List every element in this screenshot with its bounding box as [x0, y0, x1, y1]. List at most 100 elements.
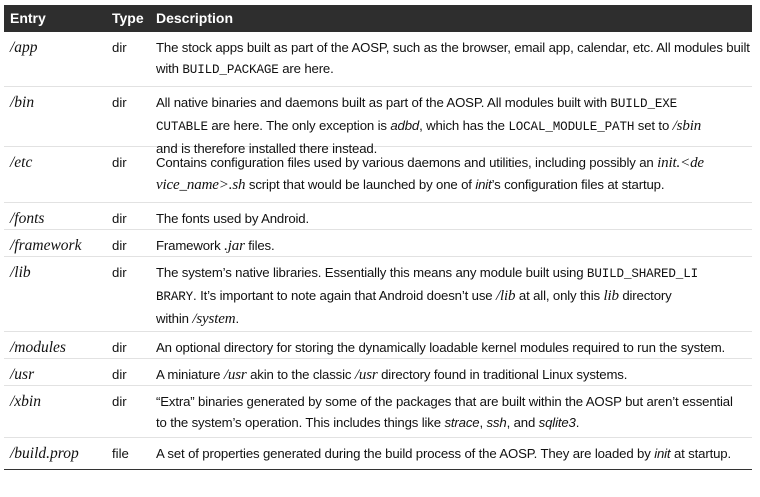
description-text: at all, only this — [515, 288, 604, 303]
description-line: “Extra” binaries generated by some of th… — [156, 391, 748, 412]
description-cell: Contains configuration files used by var… — [156, 152, 748, 196]
description-text: . — [575, 415, 580, 430]
description-cell: The system’s native libraries. Essential… — [156, 262, 748, 330]
type-cell: dir — [112, 394, 127, 409]
description-text: Contains configuration files used by var… — [156, 155, 658, 170]
type-cell: dir — [112, 211, 127, 226]
description-cell: “Extra” binaries generated by some of th… — [156, 391, 748, 433]
header-entry: Entry — [10, 10, 46, 26]
description-text: script that would be launched by one of — [245, 177, 476, 192]
description-text: /system — [192, 311, 236, 327]
description-text: init — [654, 446, 671, 461]
description-text: The stock apps built as part of the AOSP… — [156, 40, 750, 55]
description-line: vice_name>.sh script that would be launc… — [156, 174, 748, 196]
description-text: directory — [618, 288, 672, 303]
description-text: /lib — [495, 288, 516, 304]
description-text: to the system’s operation. This includes… — [156, 415, 445, 430]
description-cell: The fonts used by Android. — [156, 208, 748, 229]
description-text: BUILD_SHARED_LI — [586, 267, 699, 281]
description-text: adbd — [390, 118, 420, 133]
entry-cell: /usr — [10, 366, 35, 383]
description-text: LOCAL_MODULE_PATH — [508, 120, 635, 134]
type-cell: dir — [112, 40, 127, 55]
description-text: A set of properties generated during the… — [156, 446, 655, 461]
description-text: at startup. — [670, 446, 731, 461]
description-text: , which has the — [419, 118, 509, 133]
table-row: /etc dir Contains configuration files used… — [4, 147, 752, 203]
description-cell: Framework .jar files. — [156, 235, 748, 257]
description-text: /sbin — [672, 118, 702, 134]
description-line: within /system. — [156, 308, 748, 330]
description-text: init.<de — [657, 155, 704, 171]
table-row: /app dir The stock apps built as part of t… — [4, 32, 752, 87]
description-text: Framework — [156, 238, 225, 253]
description-text: vice_name>.sh — [156, 177, 246, 193]
description-text: are here. The only exception is — [207, 118, 391, 133]
type-cell: dir — [112, 340, 127, 355]
description-line: The fonts used by Android. — [156, 208, 748, 229]
type-cell: dir — [112, 238, 127, 253]
description-cell: A set of properties generated during the… — [156, 443, 748, 464]
type-cell: dir — [112, 265, 127, 280]
description-text: BUILD_EXE — [610, 97, 678, 111]
type-cell: dir — [112, 155, 127, 170]
description-text: are here. — [278, 61, 334, 76]
entry-cell: /modules — [10, 339, 66, 356]
description-text: All native binaries and daemons built as… — [156, 95, 611, 110]
description-line: CUTABLE are here. The only exception is … — [156, 115, 748, 138]
table-row: /xbin dir “Extra” binaries generated by so… — [4, 386, 752, 438]
description-text: /usr — [223, 367, 247, 383]
description-text: BUILD_PACKAGE — [182, 63, 279, 77]
filesystem-table: Entry Type Description /app dir The stock … — [4, 5, 752, 470]
description-text: lib — [603, 288, 619, 304]
description-text: A miniature — [156, 367, 224, 382]
type-cell: dir — [112, 95, 127, 110]
type-cell: file — [112, 446, 129, 461]
table-body: /app dir The stock apps built as part of t… — [4, 32, 752, 470]
description-line: A set of properties generated during the… — [156, 443, 748, 464]
description-text: init — [475, 177, 492, 192]
description-text: , and — [506, 415, 539, 430]
description-text: directory found in traditional Linux sys… — [377, 367, 628, 382]
table-row: /framework dir Framework .jar files. — [4, 230, 752, 257]
description-cell: A miniature /usr akin to the classic /us… — [156, 364, 748, 386]
description-line: with BUILD_PACKAGE are here. — [156, 58, 748, 81]
description-line: Contains configuration files used by var… — [156, 152, 748, 174]
table-row: /bin dir All native binaries and daemons b… — [4, 87, 752, 156]
description-cell: An optional directory for storing the dy… — [156, 337, 748, 358]
description-line: A miniature /usr akin to the classic /us… — [156, 364, 748, 386]
table-row: /modules dir An optional directory for sto… — [4, 332, 752, 359]
description-text: .jar — [224, 238, 245, 254]
description-text: strace — [444, 415, 480, 430]
table-row: /fonts dir The fonts used by Android. — [4, 203, 752, 230]
description-text: with — [156, 61, 183, 76]
entry-cell: /app — [10, 39, 38, 56]
entry-cell: /etc — [10, 154, 33, 171]
description-text: ssh — [486, 415, 507, 430]
description-text: The fonts used by Android. — [156, 211, 309, 226]
description-text: sqlite3 — [538, 415, 576, 430]
description-text: /usr — [354, 367, 378, 383]
description-text: . It’s important to note again that Andr… — [193, 288, 496, 303]
table-row: /lib dir The system’s native libraries. Es… — [4, 257, 752, 332]
description-text: BRARY — [156, 290, 194, 304]
description-line: to the system’s operation. This includes… — [156, 412, 748, 433]
description-line: The system’s native libraries. Essential… — [156, 262, 748, 285]
table-row: /build.prop file A set of properties gener… — [4, 438, 752, 470]
description-text: within — [156, 311, 193, 326]
description-line: All native binaries and daemons built as… — [156, 92, 748, 115]
table-header: Entry Type Description — [4, 5, 752, 32]
description-text: files. — [244, 238, 275, 253]
entry-cell: /framework — [10, 237, 82, 254]
description-line: An optional directory for storing the dy… — [156, 337, 748, 358]
description-line: The stock apps built as part of the AOSP… — [156, 37, 750, 58]
entry-cell: /lib — [10, 264, 31, 281]
table-row: /usr dir A miniature /usr akin to the clas… — [4, 359, 752, 386]
description-text: “Extra” binaries generated by some of th… — [156, 394, 733, 409]
description-text: ’s configuration files at startup. — [491, 177, 665, 192]
type-cell: dir — [112, 367, 127, 382]
entry-cell: /bin — [10, 94, 35, 111]
description-text: CUTABLE — [156, 120, 208, 134]
description-text: An optional directory for storing the dy… — [156, 340, 726, 355]
header-description: Description — [156, 10, 234, 26]
